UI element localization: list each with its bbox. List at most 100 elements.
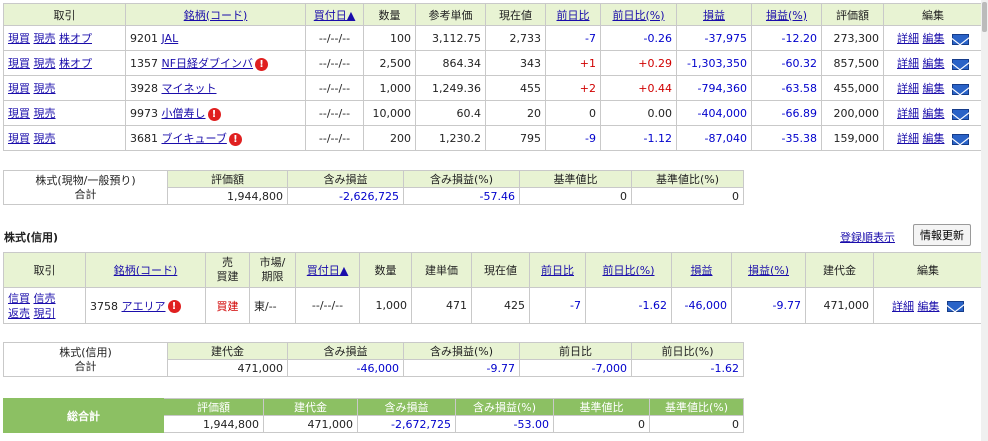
edit-link[interactable]: 編集	[923, 107, 945, 120]
m-edit-link[interactable]: 編集	[918, 300, 940, 313]
sort-pl-pct-link[interactable]: 損益(%)	[766, 9, 807, 22]
m-summary-prev-diff-pct: -1.62	[631, 359, 744, 377]
detail-link[interactable]: 詳細	[897, 32, 919, 45]
m-col-prev-diff-pct-sort[interactable]: 前日比(%)	[585, 252, 672, 288]
mail-icon[interactable]	[952, 33, 969, 45]
m-sort-name-link[interactable]: 銘柄(コード)	[114, 264, 178, 277]
margin-sell-link[interactable]: 信売	[34, 292, 56, 305]
warning-icon[interactable]: !	[207, 107, 221, 121]
edit-link[interactable]: 編集	[923, 132, 945, 145]
buy-link[interactable]: 現買	[8, 32, 30, 45]
m-side: 買建	[205, 287, 250, 324]
sell-link[interactable]: 現売	[34, 132, 56, 145]
prev-diff: +2	[545, 75, 601, 101]
col-pl-sort[interactable]: 損益	[676, 3, 752, 26]
current-price: 20	[485, 100, 546, 126]
col-pl-pct-sort[interactable]: 損益(%)	[751, 3, 822, 26]
edit-link[interactable]: 編集	[923, 32, 945, 45]
m-summary-h-4: 前日比(%)	[631, 342, 744, 360]
m-col-name-sort[interactable]: 銘柄(コード)	[85, 252, 206, 288]
warning-icon[interactable]: !	[255, 57, 269, 71]
m-sort-pl-link[interactable]: 損益	[691, 264, 713, 277]
reference-price: 1,230.2	[415, 125, 486, 151]
stock-holdings-table: 取引 銘柄(コード) 買付日▲ 数量 参考単価 現在値 前日比 前日比(%) 損…	[3, 3, 983, 151]
buy-link[interactable]: 現買	[8, 82, 30, 95]
gt-base-diff: 0	[553, 415, 650, 433]
close-sell-link[interactable]: 返売	[8, 307, 30, 320]
stock-name-link[interactable]: 小僧寿し	[162, 107, 206, 120]
warning-icon[interactable]: !	[228, 132, 242, 146]
buy-link[interactable]: 現買	[8, 107, 30, 120]
m-col-pl-sort[interactable]: 損益	[671, 252, 732, 288]
option-link[interactable]: 株オプ	[59, 32, 92, 45]
detail-link[interactable]: 詳細	[897, 132, 919, 145]
margin-row: 信買 信売 返売 現引 3758 アエリア! 買建 東/-- --/--/-- …	[3, 287, 983, 324]
gt-h-1: 建代金	[263, 398, 358, 416]
sell-link[interactable]: 現売	[34, 57, 56, 70]
m-sort-pl-pct-link[interactable]: 損益(%)	[748, 264, 789, 277]
m-sort-date-link[interactable]: 買付日▲	[307, 264, 348, 277]
edit-cell: 詳細 編集	[883, 50, 983, 76]
m-qty: 1,000	[359, 287, 412, 324]
detail-link[interactable]: 詳細	[897, 57, 919, 70]
profit-loss-pct: -63.58	[751, 75, 822, 101]
stock-name-cell: 3681 ブイキューブ!	[125, 125, 306, 151]
m-detail-link[interactable]: 詳細	[892, 300, 914, 313]
stock-name-link[interactable]: マイネット	[162, 82, 217, 95]
stock-code: 9973	[130, 107, 158, 120]
scrollbar-thumb[interactable]	[982, 2, 987, 32]
margin-buy-link[interactable]: 信買	[8, 292, 30, 305]
reference-price: 60.4	[415, 100, 486, 126]
col-prev-diff-sort[interactable]: 前日比	[545, 3, 601, 26]
stock-name-link[interactable]: JAL	[162, 32, 179, 45]
mail-icon[interactable]	[952, 58, 969, 70]
m-sort-prev-diff-link[interactable]: 前日比	[541, 264, 574, 277]
stock-code: 3681	[130, 132, 158, 145]
edit-cell: 詳細 編集	[883, 25, 983, 51]
buy-link[interactable]: 現買	[8, 132, 30, 145]
refresh-button[interactable]: 情報更新	[913, 224, 971, 246]
detail-link[interactable]: 詳細	[897, 82, 919, 95]
buy-link[interactable]: 現買	[8, 57, 30, 70]
col-prev-diff-pct-sort[interactable]: 前日比(%)	[600, 3, 677, 26]
sell-link[interactable]: 現売	[34, 82, 56, 95]
m-col-prev-diff-sort[interactable]: 前日比	[529, 252, 586, 288]
col-current: 現在値	[485, 3, 546, 26]
registration-order-link[interactable]: 登録順表示	[840, 229, 895, 245]
delivery-link[interactable]: 現引	[34, 307, 56, 320]
col-buy-date-sort[interactable]: 買付日▲	[305, 3, 364, 26]
sort-prev-diff-pct-link[interactable]: 前日比(%)	[612, 9, 664, 22]
table-row: 現買 現売 3681 ブイキューブ! --/--/-- 200 1,230.2 …	[3, 125, 983, 151]
edit-link[interactable]: 編集	[923, 57, 945, 70]
edit-cell: 詳細 編集	[883, 75, 983, 101]
sort-prev-diff-link[interactable]: 前日比	[557, 9, 590, 22]
profit-loss-pct: -60.32	[751, 50, 822, 76]
mail-icon[interactable]	[952, 83, 969, 95]
stock-name-link[interactable]: NF日経ダブインバ	[162, 57, 254, 70]
m-sort-prev-diff-pct-link[interactable]: 前日比(%)	[602, 264, 654, 277]
sell-link[interactable]: 現売	[34, 107, 56, 120]
m-summary-prev-diff: -7,000	[519, 359, 632, 377]
current-price: 2,733	[485, 25, 546, 51]
m-col-buy-date-sort[interactable]: 買付日▲	[295, 252, 360, 288]
m-build-price: 471	[411, 287, 472, 324]
col-name-sort[interactable]: 銘柄(コード)	[125, 3, 306, 26]
detail-link[interactable]: 詳細	[897, 107, 919, 120]
m-prev-diff-pct: -1.62	[585, 287, 672, 324]
vertical-scrollbar[interactable]	[981, 0, 988, 441]
mail-icon[interactable]	[947, 301, 964, 312]
m-stock-name-link[interactable]: アエリア	[122, 300, 166, 313]
stock-name-link[interactable]: ブイキューブ	[162, 132, 227, 145]
option-link[interactable]: 株オプ	[59, 57, 92, 70]
warning-icon[interactable]: !	[167, 300, 181, 313]
sort-pl-link[interactable]: 損益	[703, 9, 725, 22]
m-pl-pct: -9.77	[731, 287, 806, 324]
sort-name-link[interactable]: 銘柄(コード)	[184, 9, 248, 22]
summary-base-diff-pct: 0	[631, 187, 744, 205]
sell-link[interactable]: 現売	[34, 32, 56, 45]
sort-date-link[interactable]: 買付日▲	[314, 9, 355, 22]
m-col-pl-pct-sort[interactable]: 損益(%)	[731, 252, 806, 288]
edit-link[interactable]: 編集	[923, 82, 945, 95]
mail-icon[interactable]	[952, 108, 969, 120]
mail-icon[interactable]	[952, 133, 969, 145]
